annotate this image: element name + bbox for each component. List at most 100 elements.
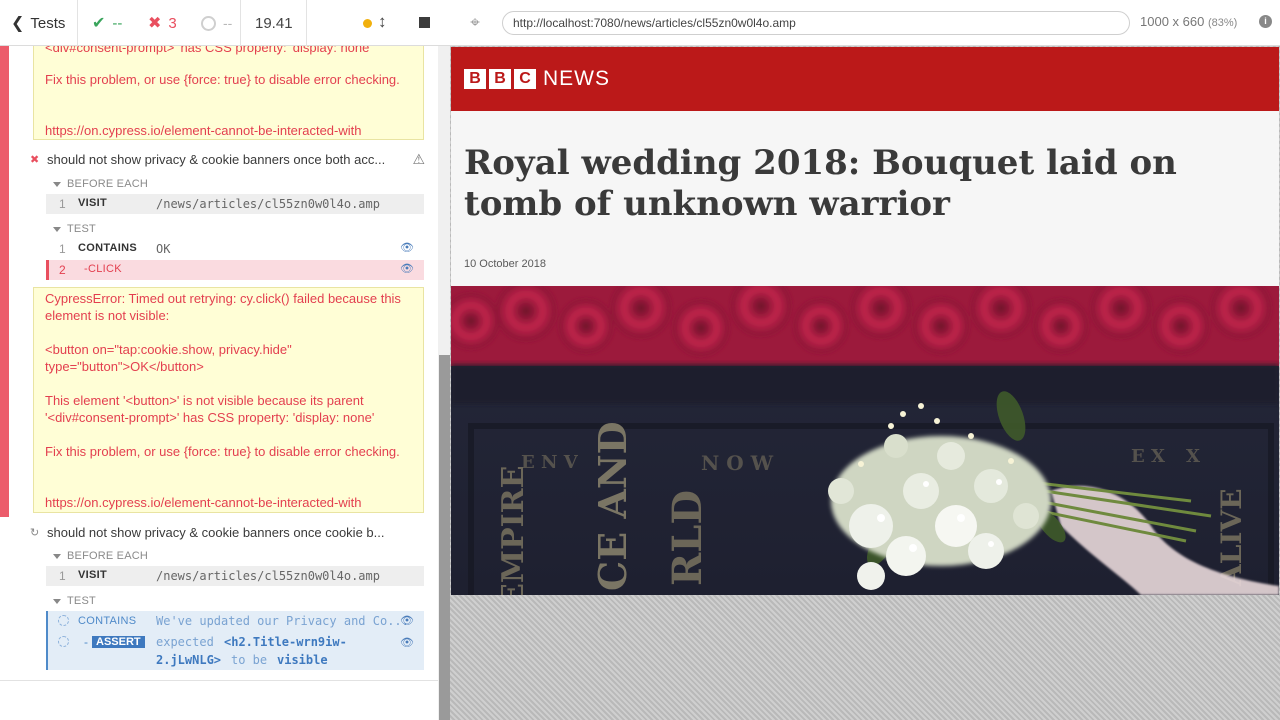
tomb-text: RLD [664, 490, 711, 586]
duration-value: 19.41 [255, 14, 293, 32]
controls: ↕ [307, 0, 450, 46]
assert-dash: - [84, 635, 88, 649]
hook-label: BEFORE EACH [67, 550, 149, 562]
back-to-tests-button[interactable]: ❮ Tests [0, 0, 78, 46]
pending-commands[interactable]: CONTAINS We've updated our Privacy and C… [46, 611, 424, 670]
eye-icon: 👁 [400, 263, 414, 275]
test-title-running[interactable]: ↻ should not show privacy & cookie banne… [30, 521, 425, 543]
article-image: E N V N O W E X X EMPIRE CE AND RLD ALIV… [451, 286, 1279, 595]
scrollbar-thumb[interactable] [439, 355, 450, 720]
stop-button[interactable] [419, 17, 430, 28]
error-message[interactable]: CypressError: Timed out retrying: cy.cli… [33, 287, 424, 513]
test-title-text: should not show privacy & cookie banners… [47, 524, 385, 540]
tomb-text: EMPIRE [496, 466, 531, 595]
command-name: VISIT [78, 569, 108, 581]
test-title-text: should not show privacy & cookie banners… [47, 151, 386, 167]
command-visit[interactable]: 1 VISIT /news/articles/cl55zn0w0l4o.amp [46, 194, 424, 214]
passed-value: -- [112, 14, 123, 32]
chevron-left-icon: ❮ [11, 15, 25, 32]
command-name: CONTAINS [78, 242, 138, 254]
command-visit[interactable]: 1 VISIT /news/articles/cl55zn0w0l4o.amp [46, 566, 424, 586]
command-message: We've updated our Privacy and Co... [156, 614, 409, 628]
tomb-text: ALIVE [1215, 488, 1248, 587]
command-click-failed[interactable]: 2 -CLICK 👁 [46, 260, 424, 280]
assert-expected: expected [156, 635, 214, 649]
command-number: 1 [59, 197, 66, 211]
auto-scroll-toggle-icon[interactable]: ↕ [378, 12, 387, 32]
reporter-footer [0, 680, 438, 720]
error-docs-link[interactable]: https://on.cypress.io/element-cannot-be-… [45, 494, 362, 511]
failed-value: 3 [168, 14, 177, 32]
caret-down-icon [53, 553, 61, 559]
error-line: <button on="tap:cookie.show, privacy.hid… [45, 342, 296, 374]
tomb-text: CE AND [590, 421, 635, 591]
caret-down-icon [53, 226, 61, 232]
viewport-size: 1000 x 660 (83%) [1140, 14, 1237, 29]
article-date: 10 October 2018 [464, 258, 546, 270]
previous-error-line: <div#consent-prompt>' has CSS property: … [45, 46, 372, 55]
previous-error-message[interactable]: <div#consent-prompt>' has CSS property: … [33, 46, 424, 140]
previous-error-link[interactable]: https://on.cypress.io/element-cannot-be-… [45, 122, 362, 139]
eye-icon: 👁 [400, 637, 414, 649]
passed-count: ✔ -- [78, 0, 137, 46]
bbc-logo-b1[interactable]: B [464, 69, 486, 89]
check-icon: ✔ [92, 15, 106, 32]
x-icon: ✖ [148, 15, 162, 32]
bbc-header: B B C NEWS [451, 47, 1279, 111]
viewport-dimensions: 1000 x 660 [1140, 14, 1205, 29]
viewport-scale: (83%) [1207, 17, 1238, 29]
hook-label: BEFORE EACH [67, 178, 149, 190]
pending-circle-icon [201, 15, 216, 31]
eye-icon: 👁 [400, 615, 414, 627]
error-line: CypressError: Timed out retrying: cy.cli… [45, 291, 405, 323]
selector-playground-crosshair-icon[interactable]: ⌖ [466, 14, 484, 32]
hook-test[interactable]: TEST [53, 223, 96, 235]
command-message: /news/articles/cl55zn0w0l4o.amp [156, 197, 380, 211]
command-name: VISIT [78, 197, 108, 209]
spinner-icon [58, 615, 69, 626]
assert-to-be: to be [231, 653, 268, 667]
hook-test[interactable]: TEST [53, 595, 96, 607]
hook-before-each[interactable]: BEFORE EACH [53, 550, 148, 562]
bbc-logo-b2[interactable]: B [489, 69, 511, 89]
bouquet-photo: E N V N O W E X X EMPIRE CE AND RLD ALIV… [451, 286, 1279, 595]
bbc-logo-c[interactable]: C [514, 69, 536, 89]
stats-bar: ❮ Tests ✔ -- ✖ 3 -- 19.41 ↕ [0, 0, 450, 46]
command-name: CONTAINS [78, 615, 137, 627]
aut-header: ⌖ http://localhost:7080/news/articles/cl… [450, 0, 1280, 46]
command-number: 1 [59, 569, 66, 583]
failed-test-indicator [0, 46, 9, 517]
test-list[interactable]: <div#consent-prompt>' has CSS property: … [0, 46, 438, 680]
hook-label: TEST [67, 595, 96, 607]
url-bar[interactable]: http://localhost:7080/news/articles/cl55… [502, 11, 1130, 35]
news-wordmark[interactable]: NEWS [543, 67, 610, 91]
command-name: -CLICK [84, 263, 122, 275]
error-line: Fix this problem, or use {force: true} t… [45, 444, 400, 459]
hook-before-each[interactable]: BEFORE EACH [53, 178, 148, 190]
previous-error-fix: Fix this problem, or use {force: true} t… [45, 72, 400, 87]
command-number: 2 [59, 263, 66, 277]
back-label: Tests [30, 14, 66, 32]
info-icon[interactable]: i [1259, 15, 1272, 28]
assert-badge: ASSERT [92, 636, 145, 648]
assert-visible: visible [277, 653, 328, 667]
command-contains[interactable]: 1 CONTAINS OK 👁 [46, 239, 424, 259]
tomb-text: E X [1131, 446, 1165, 467]
tomb-text: X [1186, 446, 1200, 467]
assert-selector: <h2.Title-wrn9iw- [224, 635, 347, 649]
test-title-failed[interactable]: ✖ should not show privacy & cookie banne… [30, 148, 425, 170]
command-number: 1 [59, 242, 66, 256]
reporter-panel: ❮ Tests ✔ -- ✖ 3 -- 19.41 ↕ <div#consent… [0, 0, 450, 720]
duration: 19.41 [241, 0, 307, 46]
error-line: This element '<button>' is not visible b… [45, 393, 375, 425]
eye-icon: 👁 [400, 242, 414, 254]
caret-down-icon [53, 598, 61, 604]
refresh-icon: ↻ [30, 526, 40, 539]
caret-down-icon [53, 181, 61, 187]
running-indicator-icon [363, 19, 372, 28]
article-headline: Royal wedding 2018: Bouquet laid on tomb… [464, 143, 1177, 224]
pending-count: -- [188, 0, 241, 46]
warning-icon: ⚠ [412, 150, 425, 167]
tomb-text: N O W [701, 451, 774, 475]
failed-x-icon: ✖ [30, 153, 40, 166]
